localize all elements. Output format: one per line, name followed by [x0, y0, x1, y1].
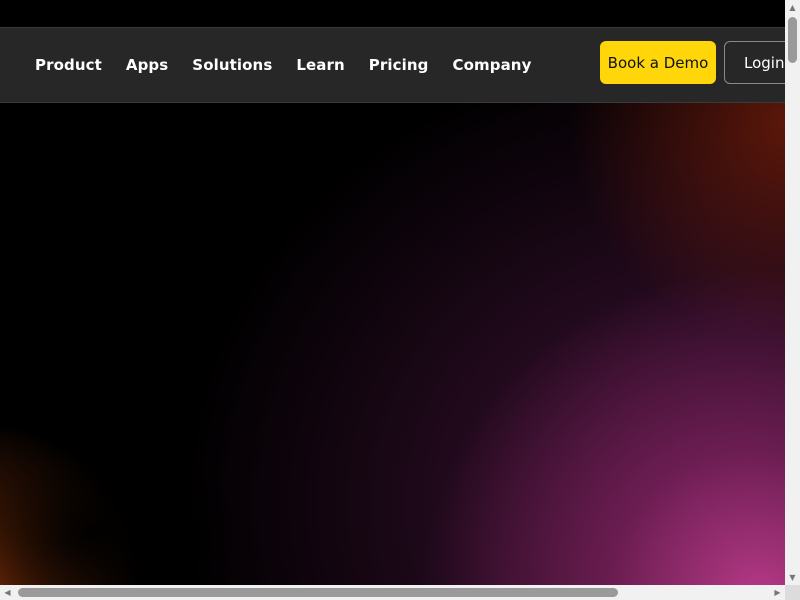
page-viewport: Product Apps Solutions Learn Pricing Com…	[0, 0, 785, 585]
horizontal-scroll-thumb[interactable]	[18, 588, 618, 597]
scroll-left-icon[interactable]: ◀	[0, 585, 15, 600]
scrollbar-corner	[785, 585, 800, 600]
nav-link-pricing[interactable]: Pricing	[369, 56, 429, 74]
nav-link-learn[interactable]: Learn	[296, 56, 344, 74]
book-demo-button[interactable]: Book a Demo	[600, 41, 716, 84]
nav-links: Product Apps Solutions Learn Pricing Com…	[35, 28, 531, 102]
nav-link-product[interactable]: Product	[35, 56, 102, 74]
login-button[interactable]: Login	[724, 41, 785, 84]
top-strip	[0, 0, 785, 27]
horizontal-scrollbar[interactable]: ◀ ▶	[0, 585, 785, 600]
nav-link-solutions[interactable]: Solutions	[192, 56, 272, 74]
scroll-down-icon[interactable]: ▼	[785, 570, 800, 585]
vertical-scroll-thumb[interactable]	[788, 17, 797, 63]
scroll-up-icon[interactable]: ▲	[785, 0, 800, 15]
vertical-scrollbar[interactable]: ▲ ▼	[785, 0, 800, 585]
hero-gradient-background	[0, 103, 785, 585]
scroll-right-icon[interactable]: ▶	[770, 585, 785, 600]
navbar: Product Apps Solutions Learn Pricing Com…	[0, 27, 785, 103]
nav-link-company[interactable]: Company	[452, 56, 531, 74]
nav-link-apps[interactable]: Apps	[126, 56, 168, 74]
